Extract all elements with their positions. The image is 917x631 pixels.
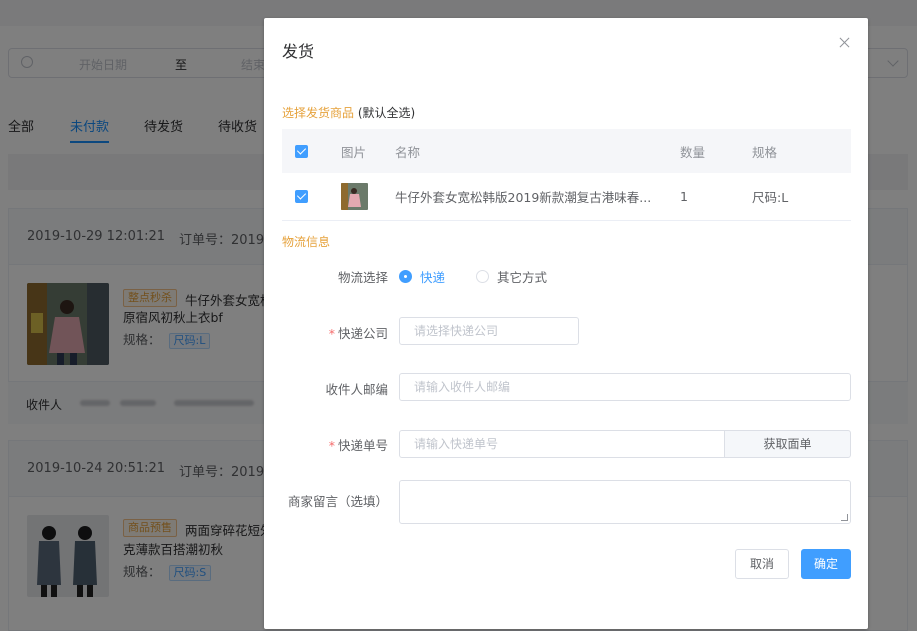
receiver-zip-input[interactable]: 请输入收件人邮编: [399, 373, 851, 401]
radio-other[interactable]: 其它方式: [476, 267, 547, 286]
resize-handle-icon[interactable]: [841, 514, 848, 521]
cancel-button[interactable]: 取消: [735, 549, 789, 579]
ship-dialog: 发货 选择发货商品 (默认全选) 图片 名称 数量 规格 牛仔外套女宽松韩版20…: [264, 18, 868, 629]
goods-section-title: 选择发货商品 (默认全选): [282, 104, 415, 121]
row-image-cell: [341, 173, 368, 220]
table-row: 牛仔外套女宽松韩版2019新款潮复古港味春... 1 尺码:L: [282, 173, 851, 221]
radio-other-label: 其它方式: [497, 270, 548, 285]
logistics-method-label: 物流选择: [337, 270, 388, 285]
goods-section-label: 选择发货商品: [282, 106, 355, 120]
column-header-qty: 数量: [680, 144, 706, 160]
goods-table: 图片 名称 数量 规格 牛仔外套女宽松韩版2019新款潮复古港味春... 1 尺…: [282, 129, 851, 221]
courier-company-text: 快递公司: [337, 326, 388, 341]
dialog-title: 发货: [282, 42, 315, 61]
goods-table-header: 图片 名称 数量 规格: [282, 129, 851, 173]
merchant-remark-textarea[interactable]: [399, 480, 851, 524]
row-select-cell: [295, 173, 308, 220]
tracking-number-label: * 快递单号: [329, 435, 388, 454]
courier-company-select[interactable]: 请选择快递公司: [399, 317, 579, 345]
column-header-spec: 规格: [752, 144, 778, 160]
select-all-cell: [295, 129, 308, 173]
row-checkbox[interactable]: [295, 190, 308, 203]
courier-company-label: * 快递公司: [329, 323, 388, 342]
row-spec: 尺码:L: [752, 190, 789, 205]
select-all-checkbox[interactable]: [295, 144, 308, 158]
tracking-number-text: 快递单号: [337, 438, 388, 453]
receiver-zip-label: 收件人邮编: [325, 382, 388, 397]
row-product-name: 牛仔外套女宽松韩版2019新款潮复古港味春...: [395, 190, 652, 205]
required-mark: *: [328, 326, 335, 341]
row-qty: 1: [680, 189, 688, 204]
get-waybill-button[interactable]: 获取面单: [724, 430, 851, 458]
column-header-image: 图片: [341, 144, 367, 160]
radio-express-label: 快递: [420, 270, 446, 285]
radio-unchecked-icon: [476, 270, 489, 283]
merchant-remark-label: 商家留言（选填）: [287, 494, 388, 509]
goods-section-note: (默认全选): [354, 106, 416, 120]
close-icon[interactable]: [838, 36, 852, 50]
tracking-number-input[interactable]: 请输入快递单号: [399, 430, 725, 458]
confirm-button[interactable]: 确定: [801, 549, 851, 579]
product-thumbnail: [341, 183, 368, 210]
column-header-name: 名称: [395, 144, 421, 160]
radio-checked-icon: [399, 270, 412, 283]
required-mark: *: [328, 438, 335, 453]
radio-express[interactable]: 快递: [399, 267, 445, 286]
logistics-section-title: 物流信息: [282, 235, 331, 249]
